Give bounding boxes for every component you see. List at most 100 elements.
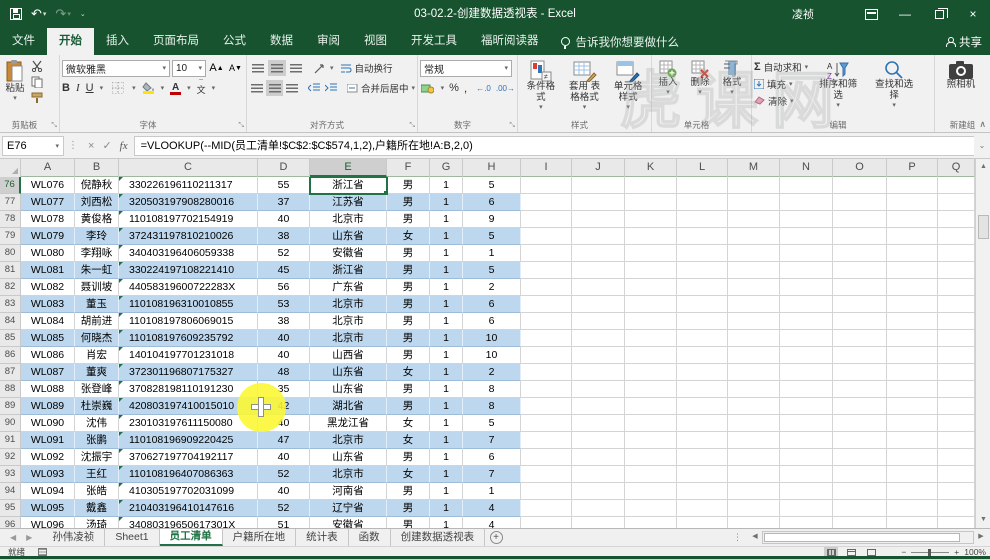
increase-decimal-button[interactable]: ←.0	[476, 84, 491, 93]
cell-G80[interactable]: 1	[430, 245, 463, 262]
cell-N82[interactable]	[780, 279, 833, 296]
cell-J95[interactable]	[572, 500, 625, 517]
bold-button[interactable]: B	[62, 82, 70, 94]
ribbon-tab-福昕阅读器[interactable]: 福昕阅读器	[469, 28, 551, 55]
cell-C90[interactable]: 230103197611150080	[119, 415, 258, 432]
cell-P85[interactable]	[887, 330, 938, 347]
cell-I87[interactable]	[521, 364, 572, 381]
cell-J92[interactable]	[572, 449, 625, 466]
column-header-Q[interactable]: Q	[938, 159, 975, 177]
close-button[interactable]: ×	[956, 0, 990, 28]
cell-M92[interactable]	[728, 449, 780, 466]
cell-L78[interactable]	[677, 211, 728, 228]
cell-L90[interactable]	[677, 415, 728, 432]
ribbon-tab-审阅[interactable]: 审阅	[305, 28, 352, 55]
cell-L79[interactable]	[677, 228, 728, 245]
cell-P95[interactable]	[887, 500, 938, 517]
cell-L88[interactable]	[677, 381, 728, 398]
cell-I92[interactable]	[521, 449, 572, 466]
cell-O91[interactable]	[833, 432, 887, 449]
cell-C92[interactable]: 370627197704192117	[119, 449, 258, 466]
cell-P89[interactable]	[887, 398, 938, 415]
cell-A94[interactable]: WL094	[21, 483, 75, 500]
sheet-tab-创建数据透视表[interactable]: 创建数据透视表	[391, 529, 486, 546]
cell-K90[interactable]	[625, 415, 677, 432]
cell-C91[interactable]: 110108196909220425	[119, 432, 258, 449]
increase-indent-button[interactable]	[324, 80, 340, 96]
cell-J83[interactable]	[572, 296, 625, 313]
dialog-launcher-icon[interactable]: ⤡	[238, 122, 244, 130]
cell-N94[interactable]	[780, 483, 833, 500]
cell-J78[interactable]	[572, 211, 625, 228]
row-header-79[interactable]: 79	[0, 228, 21, 245]
vertical-scroll-thumb[interactable]	[978, 215, 989, 239]
cell-M95[interactable]	[728, 500, 780, 517]
restore-button[interactable]	[922, 0, 956, 28]
cell-E94[interactable]: 河南省	[310, 483, 387, 500]
cell-P84[interactable]	[887, 313, 938, 330]
cell-A79[interactable]: WL079	[21, 228, 75, 245]
cell-Q83[interactable]	[938, 296, 975, 313]
cell-H77[interactable]: 6	[463, 194, 521, 211]
row-header-91[interactable]: 91	[0, 432, 21, 449]
cell-Q87[interactable]	[938, 364, 975, 381]
cell-G76[interactable]: 1	[430, 177, 463, 194]
cell-A88[interactable]: WL088	[21, 381, 75, 398]
cell-I80[interactable]	[521, 245, 572, 262]
ribbon-tab-开发工具[interactable]: 开发工具	[399, 28, 469, 55]
cell-N91[interactable]	[780, 432, 833, 449]
cell-E96[interactable]: 安徽省	[310, 517, 387, 528]
ribbon-tab-插入[interactable]: 插入	[94, 28, 141, 55]
cell-F76[interactable]: 男	[387, 177, 430, 194]
clear-button[interactable]: 清除 ▾	[754, 93, 808, 108]
cell-N92[interactable]	[780, 449, 833, 466]
accounting-format-button[interactable]	[420, 81, 436, 96]
cell-B85[interactable]: 何晓杰	[75, 330, 119, 347]
cell-F80[interactable]: 男	[387, 245, 430, 262]
decrease-indent-button[interactable]	[306, 80, 322, 96]
cell-Q84[interactable]	[938, 313, 975, 330]
tell-me-box[interactable]: 告诉我你想要做什么	[551, 28, 690, 55]
cell-H86[interactable]: 10	[463, 347, 521, 364]
cell-H83[interactable]: 6	[463, 296, 521, 313]
cell-A87[interactable]: WL087	[21, 364, 75, 381]
cell-F87[interactable]: 女	[387, 364, 430, 381]
cell-P79[interactable]	[887, 228, 938, 245]
font-color-button[interactable]: A	[170, 82, 182, 95]
align-top-button[interactable]	[249, 60, 267, 76]
cell-K84[interactable]	[625, 313, 677, 330]
cell-G94[interactable]: 1	[430, 483, 463, 500]
cell-L87[interactable]	[677, 364, 728, 381]
cell-Q78[interactable]	[938, 211, 975, 228]
cell-A89[interactable]: WL089	[21, 398, 75, 415]
cell-J82[interactable]	[572, 279, 625, 296]
number-format-combo[interactable]: 常规 ▾	[420, 59, 512, 77]
cell-F88[interactable]: 男	[387, 381, 430, 398]
cell-H80[interactable]: 1	[463, 245, 521, 262]
splitter-dots[interactable]: ⋮	[733, 532, 742, 543]
cell-K91[interactable]	[625, 432, 677, 449]
cell-I85[interactable]	[521, 330, 572, 347]
align-center-button[interactable]	[266, 80, 283, 96]
cell-N96[interactable]	[780, 517, 833, 528]
cell-I86[interactable]	[521, 347, 572, 364]
cell-C77[interactable]: 320503197908280016	[119, 194, 258, 211]
cell-K85[interactable]	[625, 330, 677, 347]
column-header-H[interactable]: H	[463, 159, 521, 177]
cell-M93[interactable]	[728, 466, 780, 483]
cell-N76[interactable]	[780, 177, 833, 194]
cell-F92[interactable]: 男	[387, 449, 430, 466]
cell-O95[interactable]	[833, 500, 887, 517]
cell-K96[interactable]	[625, 517, 677, 528]
sheet-tab-员工清单[interactable]: 员工清单	[159, 529, 223, 546]
cell-N81[interactable]	[780, 262, 833, 279]
cell-B93[interactable]: 王红	[75, 466, 119, 483]
cell-O80[interactable]	[833, 245, 887, 262]
cell-I77[interactable]	[521, 194, 572, 211]
cell-G78[interactable]: 1	[430, 211, 463, 228]
cell-H78[interactable]: 9	[463, 211, 521, 228]
cell-D76[interactable]: 55	[258, 177, 310, 194]
cell-F84[interactable]: 男	[387, 313, 430, 330]
cell-N87[interactable]	[780, 364, 833, 381]
cell-E91[interactable]: 北京市	[310, 432, 387, 449]
